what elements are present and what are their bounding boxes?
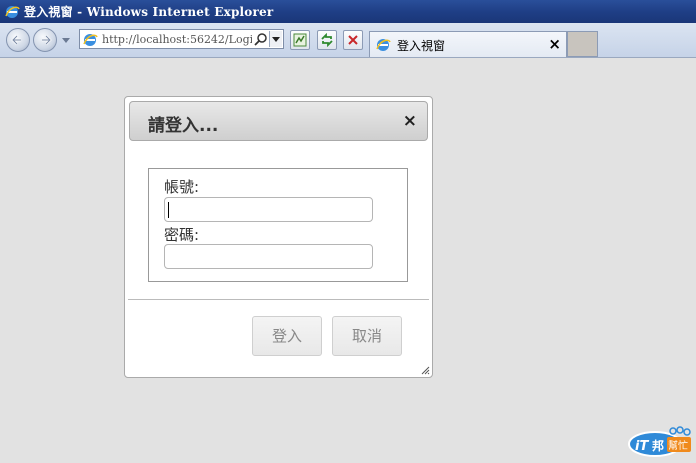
tab-ie-icon [376,39,391,51]
tab-close-icon[interactable]: × [548,35,561,53]
dialog-close-icon[interactable]: × [403,111,417,131]
login-fieldset: 帳號: 密碼: [148,168,408,282]
page-ie-icon [83,34,98,46]
ie-logo-icon [5,5,20,18]
username-input[interactable] [164,197,373,222]
dialog-divider [128,299,429,300]
stop-button[interactable] [343,30,363,50]
ithelp-logo: iT 邦 幫忙 [628,426,691,457]
password-input[interactable] [164,244,373,269]
svg-text:邦: 邦 [652,438,664,453]
forward-button[interactable] [33,28,57,52]
cancel-button[interactable]: 取消 [332,316,402,356]
svg-text:幫忙: 幫忙 [668,439,688,452]
address-url[interactable]: http://localhost:56242/LoginDia [102,32,252,47]
address-bar[interactable]: http://localhost:56242/LoginDia [79,29,284,49]
compatibility-view-button[interactable] [290,30,310,50]
username-label: 帳號: [164,178,200,196]
password-label: 密碼: [164,226,200,244]
login-button[interactable]: 登入 [252,316,322,356]
dialog-title: 請登入... [148,116,219,136]
login-dialog: 請登入... × 帳號: 密碼: 登入 取消 [124,96,433,378]
tab-label: 登入視窗 [397,39,446,53]
back-arrow-icon [11,35,21,45]
text-caret [168,202,169,218]
back-button[interactable] [6,28,30,52]
refresh-icon [321,33,333,47]
tab-login-window[interactable]: 登入視窗 × [369,31,567,57]
refresh-button[interactable] [317,30,337,50]
forward-arrow-icon [42,35,52,45]
svg-text:iT: iT [635,439,649,454]
resize-grip-icon[interactable] [420,365,430,375]
window-title: 登入視窗 - Windows Internet Explorer [24,5,274,19]
new-tab-button[interactable] [567,31,598,57]
stop-icon [348,35,358,45]
recent-pages-dropdown-icon[interactable] [62,38,70,43]
address-dropdown-icon[interactable] [269,31,282,47]
compatibility-view-icon [293,33,307,47]
window-title-bar[interactable]: 登入視窗 - Windows Internet Explorer [0,0,696,23]
dialog-header[interactable]: 請登入... × [129,101,428,141]
search-icon[interactable] [254,32,268,46]
